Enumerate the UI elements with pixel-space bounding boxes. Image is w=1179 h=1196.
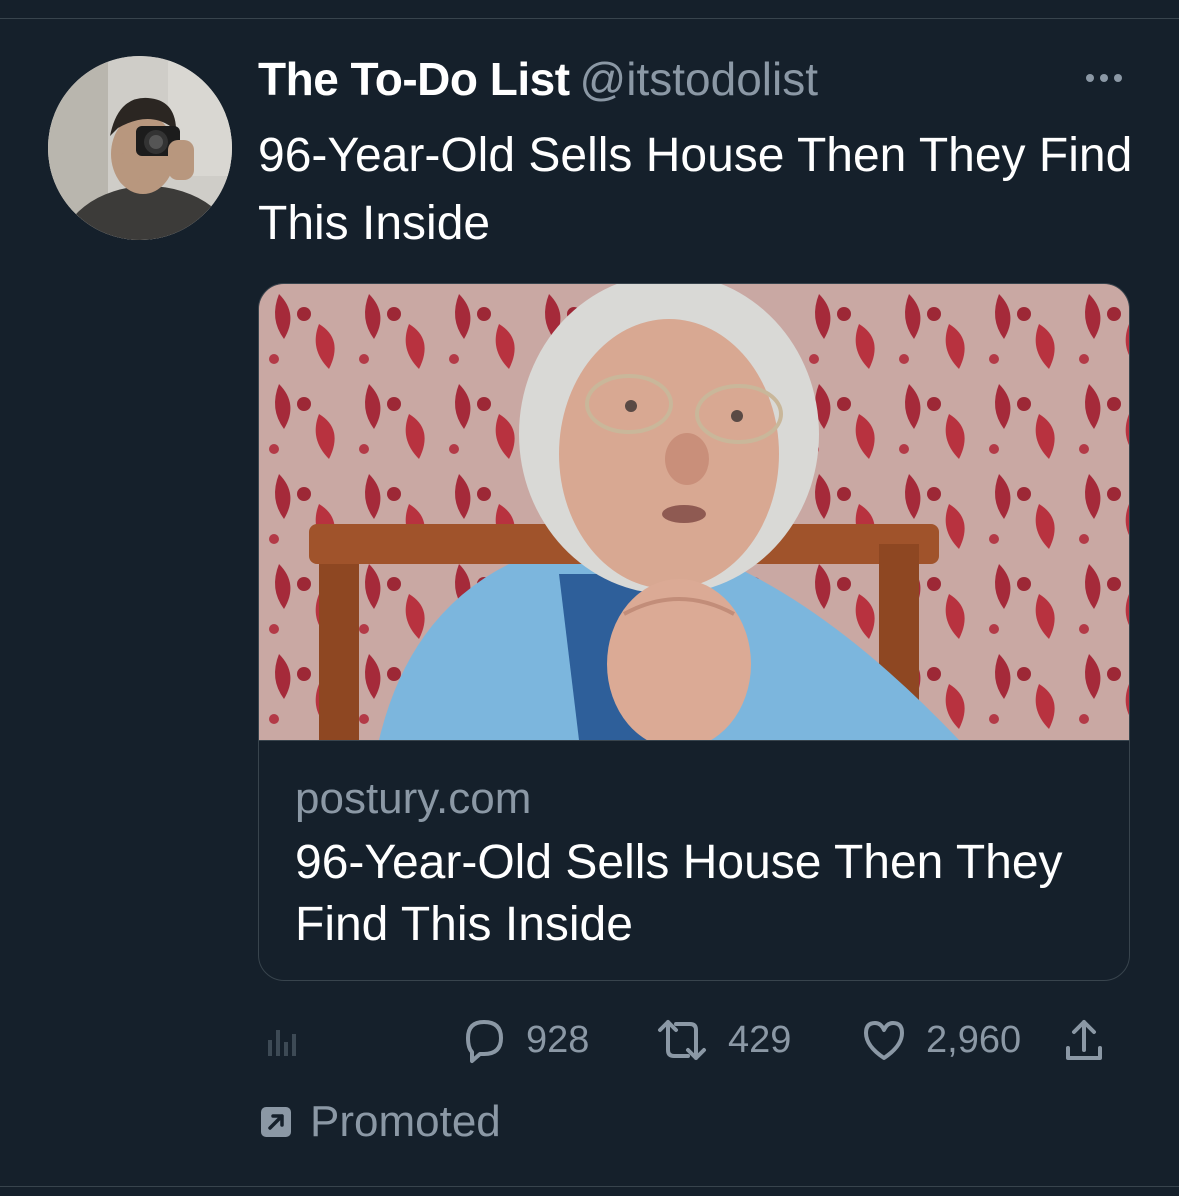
- retweet-arrows-icon: [658, 1020, 706, 1060]
- reply-button[interactable]: 928: [458, 1010, 589, 1070]
- author-handle[interactable]: @itstodolist: [580, 53, 818, 105]
- analytics-button[interactable]: [262, 1010, 302, 1070]
- promoted-indicator[interactable]: Promoted: [258, 1092, 501, 1152]
- dot: [1114, 74, 1122, 82]
- top-divider: [0, 18, 1179, 19]
- like-count: 2,960: [926, 1018, 1022, 1061]
- card-photo-elderly-woman: [259, 284, 1129, 749]
- retweet-button[interactable]: 429: [652, 1010, 791, 1070]
- retweet-count: 429: [728, 1018, 792, 1061]
- heart-icon: [864, 1021, 904, 1060]
- tweet-action-bar: 928 429 2,960: [258, 1010, 1130, 1070]
- dot: [1100, 74, 1108, 82]
- more-options-icon[interactable]: [1080, 58, 1128, 98]
- like-button[interactable]: 2,960: [858, 1010, 1021, 1070]
- author-avatar[interactable]: [48, 56, 232, 240]
- share-upload-icon: [1066, 1020, 1102, 1060]
- share-button[interactable]: [1058, 1010, 1110, 1070]
- tweet-header: The To-Do List @itstodolist: [258, 52, 1118, 108]
- bottom-divider: [0, 1186, 1179, 1187]
- speech-bubble-icon: [466, 1020, 503, 1063]
- bar-chart-icon: [268, 1030, 296, 1056]
- card-domain: postury.com: [295, 774, 532, 823]
- card-divider: [259, 740, 1129, 741]
- dot: [1086, 74, 1094, 82]
- promoted-label: Promoted: [310, 1097, 501, 1146]
- reply-count: 928: [526, 1018, 590, 1061]
- link-preview-card[interactable]: postury.com 96-Year-Old Sells House Then…: [258, 283, 1130, 981]
- card-image[interactable]: [259, 284, 1129, 749]
- card-title: 96-Year-Old Sells House Then They Find T…: [295, 836, 1063, 951]
- avatar-photo: [48, 56, 232, 240]
- author-display-name[interactable]: The To-Do List: [258, 53, 570, 105]
- tweet-text: 96-Year-Old Sells House Then They Find T…: [258, 129, 1133, 250]
- promoted-arrow-icon: [261, 1107, 291, 1137]
